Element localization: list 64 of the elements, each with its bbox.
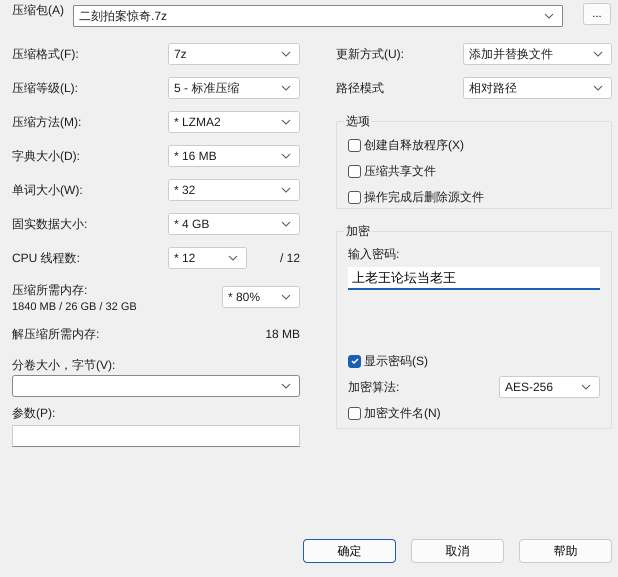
checkbox-label: 操作完成后删除源文件	[364, 188, 484, 206]
dropdown[interactable]: * 32	[168, 179, 300, 201]
checkbox-label: 加密文件名(N)	[364, 404, 441, 422]
memory-value: 18 MB	[265, 327, 300, 341]
check-icon	[350, 356, 360, 366]
checkbox-label: 显示密码(S)	[364, 352, 428, 370]
caret-icon	[544, 13, 554, 19]
dropdown[interactable]: * 12	[168, 247, 247, 269]
dropdown[interactable]: 7z	[168, 43, 300, 65]
caret-icon	[281, 119, 291, 125]
field-label: 压缩所需内存:	[12, 282, 88, 298]
group-title: 加密	[345, 223, 371, 240]
field-label: 更新方式(U):	[336, 46, 405, 62]
field-label: 压缩等级(L):	[12, 80, 79, 96]
dialog-button[interactable]: 帮助	[519, 539, 612, 563]
field-label: 压缩包(A)	[12, 2, 65, 19]
caret-icon	[281, 294, 291, 300]
caret-icon	[281, 383, 291, 389]
field-label: 路径模式	[336, 80, 385, 96]
field-label: 加密算法:	[348, 378, 400, 396]
dropdown[interactable]: 5 - 标准压缩	[168, 77, 300, 99]
group-title: 选项	[345, 113, 371, 130]
caret-icon	[228, 255, 238, 261]
field-label: CPU 线程数:	[12, 250, 82, 266]
field-label: 压缩方法(M):	[12, 114, 82, 130]
field-label: 分卷大小，字节(V):	[12, 357, 116, 374]
browse-button[interactable]: ...	[583, 3, 611, 25]
archive-dropdown[interactable]: 二刻拍案惊奇.7z	[73, 5, 563, 27]
dropdown[interactable]: 相对路径	[463, 77, 612, 99]
dialog-button[interactable]: 确定	[303, 539, 396, 563]
field-label: 输入密码:	[348, 246, 400, 263]
dropdown[interactable]: * 80%	[222, 286, 300, 308]
dropdown[interactable]: AES-256	[499, 376, 600, 398]
memory-usage: 1840 MB / 26 GB / 32 GB	[12, 300, 137, 312]
checkbox[interactable]	[348, 138, 361, 152]
dropdown[interactable]: * 4 GB	[168, 213, 300, 235]
field-label: 固实数据大小:	[12, 216, 88, 232]
field-label: 字典大小(D):	[12, 148, 81, 164]
caret-icon	[281, 153, 291, 159]
field-label: 压缩格式(F):	[12, 46, 80, 62]
caret-icon	[281, 221, 291, 227]
caret-icon	[281, 51, 291, 57]
dialog-button[interactable]: 取消	[411, 539, 504, 563]
checkbox[interactable]	[348, 164, 361, 178]
thread-count: / 12	[280, 251, 300, 265]
field-label: 解压缩所需内存:	[12, 326, 100, 342]
checkbox[interactable]	[348, 354, 361, 368]
parameters-field[interactable]	[12, 425, 300, 447]
checkbox-label: 创建自释放程序(X)	[364, 136, 464, 154]
dropdown[interactable]: 添加并替换文件	[463, 43, 612, 65]
caret-icon	[593, 85, 603, 91]
dropdown[interactable]: * 16 MB	[168, 145, 300, 167]
caret-icon	[593, 51, 603, 57]
volume-size-dropdown[interactable]	[12, 375, 300, 397]
field-label: 参数(P):	[12, 405, 56, 422]
checkbox-label: 压缩共享文件	[364, 162, 436, 180]
checkbox[interactable]	[348, 190, 361, 204]
password-field[interactable]: 上老王论坛当老王	[348, 267, 600, 290]
dropdown[interactable]: * LZMA2	[168, 111, 300, 133]
checkbox[interactable]	[348, 406, 361, 420]
caret-icon	[581, 384, 591, 390]
caret-icon	[281, 187, 291, 193]
caret-icon	[281, 85, 291, 91]
field-label: 单词大小(W):	[12, 182, 84, 198]
